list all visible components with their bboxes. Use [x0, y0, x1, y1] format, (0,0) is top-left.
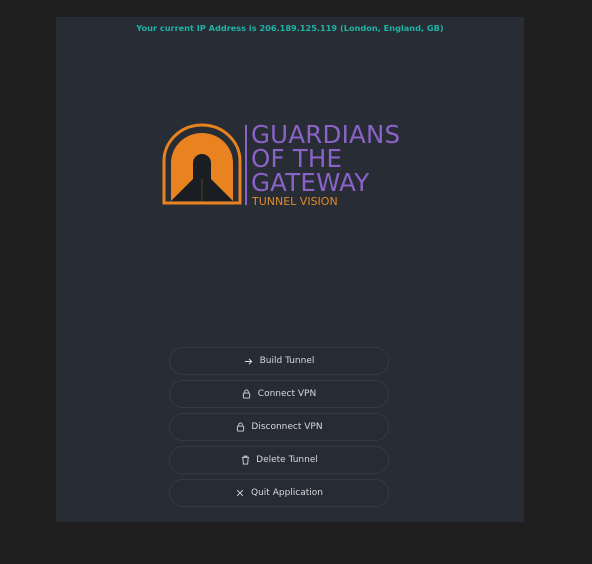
delete-tunnel-label: Delete Tunnel — [256, 455, 318, 465]
logo-divider — [245, 125, 247, 205]
close-icon — [235, 488, 245, 498]
unlock-icon — [235, 422, 245, 432]
delete-tunnel-button[interactable]: Delete Tunnel — [169, 446, 389, 474]
connect-vpn-button[interactable]: Connect VPN — [169, 380, 389, 408]
logo-subtitle: TUNNEL VISION — [252, 195, 338, 208]
tunnel-logo-icon — [162, 123, 242, 205]
disconnect-vpn-label: Disconnect VPN — [251, 422, 323, 432]
trash-icon — [240, 455, 250, 465]
logo-title-line-3: GATEWAY — [251, 168, 370, 197]
quit-application-button[interactable]: Quit Application — [169, 479, 389, 507]
build-tunnel-button[interactable]: Build Tunnel — [169, 347, 389, 375]
arrow-right-icon — [244, 356, 254, 366]
build-tunnel-label: Build Tunnel — [259, 356, 315, 366]
quit-application-label: Quit Application — [251, 488, 323, 498]
app-logo: GUARDIANS OF THE GATEWAY TUNNEL VISION — [161, 122, 401, 215]
ip-address-status: Your current IP Address is 206.189.125.1… — [136, 23, 444, 33]
lock-icon — [242, 389, 252, 399]
app-window: Your current IP Address is 206.189.125.1… — [56, 17, 524, 522]
connect-vpn-label: Connect VPN — [257, 389, 317, 399]
disconnect-vpn-button[interactable]: Disconnect VPN — [169, 413, 389, 441]
